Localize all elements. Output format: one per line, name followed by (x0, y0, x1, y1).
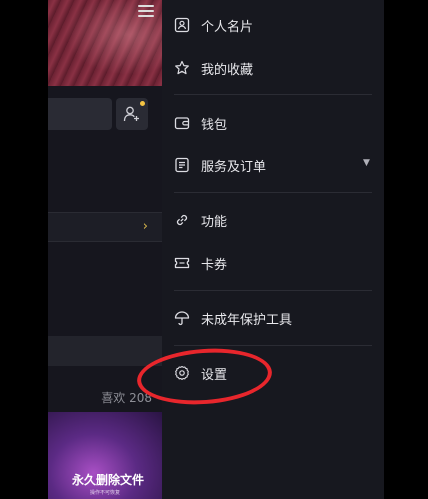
umbrella-icon (174, 311, 190, 326)
menu-item-favorites[interactable]: 我的收藏 (162, 46, 384, 90)
profile-banner-image (48, 0, 162, 86)
document-list-icon (175, 157, 189, 173)
search-input[interactable] (48, 98, 112, 130)
menu-item-label: 未成年保护工具 (201, 313, 293, 328)
link-icon (176, 214, 188, 226)
menu-item-label: 功能 (201, 215, 228, 230)
left-background (0, 0, 48, 499)
notification-dot (140, 101, 145, 106)
thumbnail-subtitle: 操作不可恢复 (90, 490, 121, 496)
menu-item-features[interactable]: 功能 (162, 198, 384, 242)
star-icon (175, 60, 189, 75)
add-user-icon (123, 106, 139, 122)
menu-divider (174, 94, 372, 95)
add-friend-button[interactable] (116, 98, 148, 130)
menu-item-minor-protection[interactable]: 未成年保护工具 (162, 296, 384, 340)
ticket-icon (174, 257, 190, 269)
menu-divider (174, 192, 372, 193)
menu-item-wallet[interactable]: 钱包 (162, 101, 384, 145)
menu-item-label: 卡券 (201, 258, 228, 273)
thumbnail-title: 永久删除文件 (72, 473, 145, 487)
background-profile-page: › 喜欢 208 永久删除文件 操作不可恢复 (48, 0, 162, 499)
menu-item-business-card[interactable]: 个人名片 (162, 3, 384, 47)
menu-divider (174, 345, 372, 346)
chevron-down-icon[interactable]: ▼ (363, 158, 370, 168)
right-background (384, 0, 428, 499)
hamburger-menu-icon[interactable] (138, 2, 154, 18)
menu-item-services-orders[interactable]: 服务及订单 ▼ (162, 143, 384, 187)
menu-divider (174, 290, 372, 291)
menu-item-label: 我的收藏 (201, 63, 254, 78)
id-card-icon (174, 17, 190, 33)
list-row[interactable]: › (48, 212, 162, 242)
wallet-icon (174, 117, 190, 130)
side-drawer-menu: 个人名片 我的收藏 钱包 服务及订单 ▼ 功能 卡券 未成年保护工具 设置 (162, 0, 384, 499)
menu-item-label: 个人名片 (201, 20, 254, 35)
menu-item-coupons[interactable]: 卡券 (162, 241, 384, 285)
chevron-right-icon: › (142, 219, 148, 234)
menu-item-label: 钱包 (201, 118, 228, 133)
video-thumbnail[interactable]: 永久删除文件 操作不可恢复 (48, 412, 162, 499)
menu-item-label: 服务及订单 (201, 160, 267, 175)
content-bar (48, 336, 162, 366)
